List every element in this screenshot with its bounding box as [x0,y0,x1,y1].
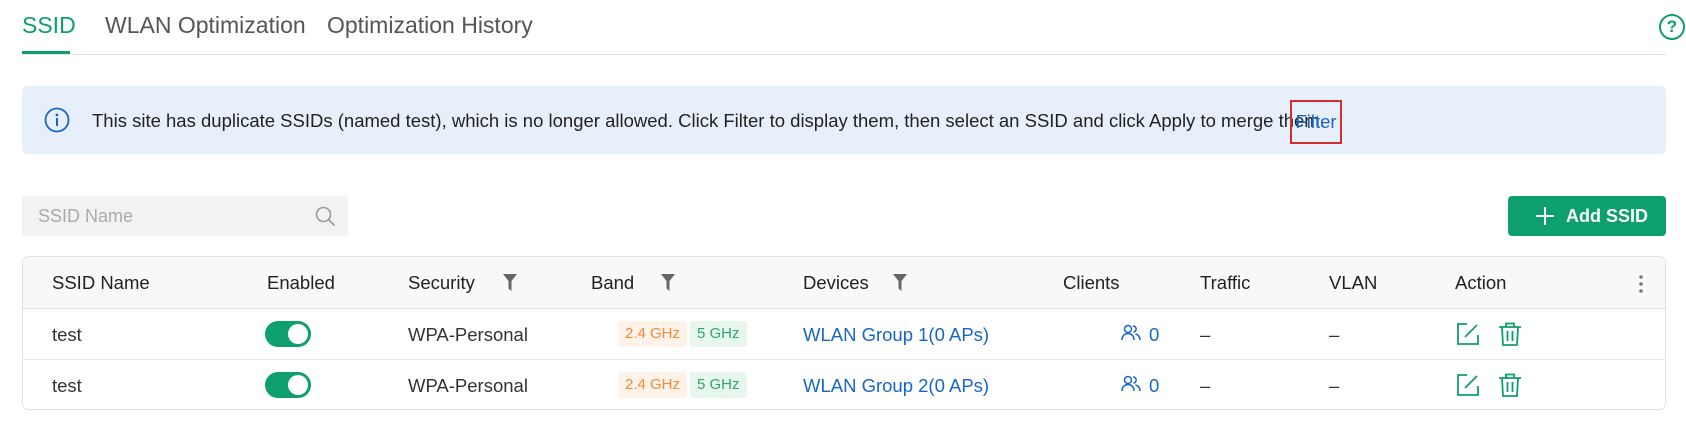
ssid-search [22,196,348,236]
header-security: Security [408,272,475,293]
devices-link[interactable]: WLAN Group 2(0 APs) [803,375,989,397]
banner-message: This site has duplicate SSIDs (named tes… [92,110,1325,131]
header-action: Action [1455,272,1507,293]
security-cell: WPA-Personal [408,375,528,396]
header-enabled: Enabled [267,272,335,293]
enabled-toggle[interactable] [265,372,311,398]
add-ssid-label: Add SSID [1566,206,1649,226]
band-5ghz-badge: 5 GHz [690,372,747,398]
header-devices: Devices [803,272,869,293]
devices-filter-icon[interactable] [893,274,907,292]
active-tab-indicator [22,51,70,54]
ssid-table: SSID Name Enabled Security Band Devices … [22,256,1666,410]
ssid-name-cell: test [52,375,82,396]
table-header: SSID Name Enabled Security Band Devices … [23,257,1665,309]
ssid-name-cell: test [52,324,82,345]
header-clients: Clients [1063,272,1120,293]
band-2-4ghz-badge: 2.4 GHz [618,372,688,398]
more-vertical-icon[interactable] [1638,274,1644,294]
clients-count-link[interactable]: 0 [1149,324,1159,346]
tab-bar: SSID WLAN Optimization Optimization Hist… [22,0,1685,55]
header-vlan: VLAN [1329,272,1378,293]
tab-optimization-history[interactable]: Optimization History [327,12,533,39]
edit-icon[interactable] [1455,372,1481,398]
trash-icon[interactable] [1497,321,1523,347]
add-ssid-button[interactable]: Add SSID [1508,196,1666,236]
clients-count-link[interactable]: 0 [1149,375,1159,397]
traffic-cell: – [1200,375,1211,396]
header-traffic: Traffic [1200,272,1251,293]
trash-icon[interactable] [1497,372,1523,398]
security-filter-icon[interactable] [503,274,517,292]
search-input[interactable] [22,196,302,236]
devices-link[interactable]: WLAN Group 1(0 APs) [803,324,989,346]
table-row: test WPA-Personal 2.4 GHz 5 GHz WLAN Gro… [23,309,1665,360]
duplicate-ssid-banner: This site has duplicate SSIDs (named tes… [22,86,1666,154]
tab-ssid[interactable]: SSID [22,12,76,39]
users-icon [1121,324,1141,341]
header-ssid-name: SSID Name [52,272,150,293]
plus-icon [1536,207,1554,225]
vlan-cell: – [1329,324,1340,345]
band-filter-icon[interactable] [661,274,675,292]
question-circle-icon[interactable]: ? [1659,14,1685,40]
toggle-knob [288,375,308,395]
traffic-cell: – [1200,324,1211,345]
band-5ghz-badge: 5 GHz [690,321,747,347]
info-icon [44,107,70,133]
edit-icon[interactable] [1455,321,1481,347]
users-icon [1121,375,1141,392]
security-cell: WPA-Personal [408,324,528,345]
table-row: test WPA-Personal 2.4 GHz 5 GHz WLAN Gro… [23,360,1665,409]
band-2-4ghz-badge: 2.4 GHz [618,321,688,347]
search-icon[interactable] [314,205,336,227]
enabled-toggle[interactable] [265,321,311,347]
vlan-cell: – [1329,375,1340,396]
header-band: Band [591,272,635,293]
filter-link[interactable]: Filter [1290,100,1342,144]
toggle-knob [288,324,308,344]
tab-wlan-optimization[interactable]: WLAN Optimization [105,12,306,39]
